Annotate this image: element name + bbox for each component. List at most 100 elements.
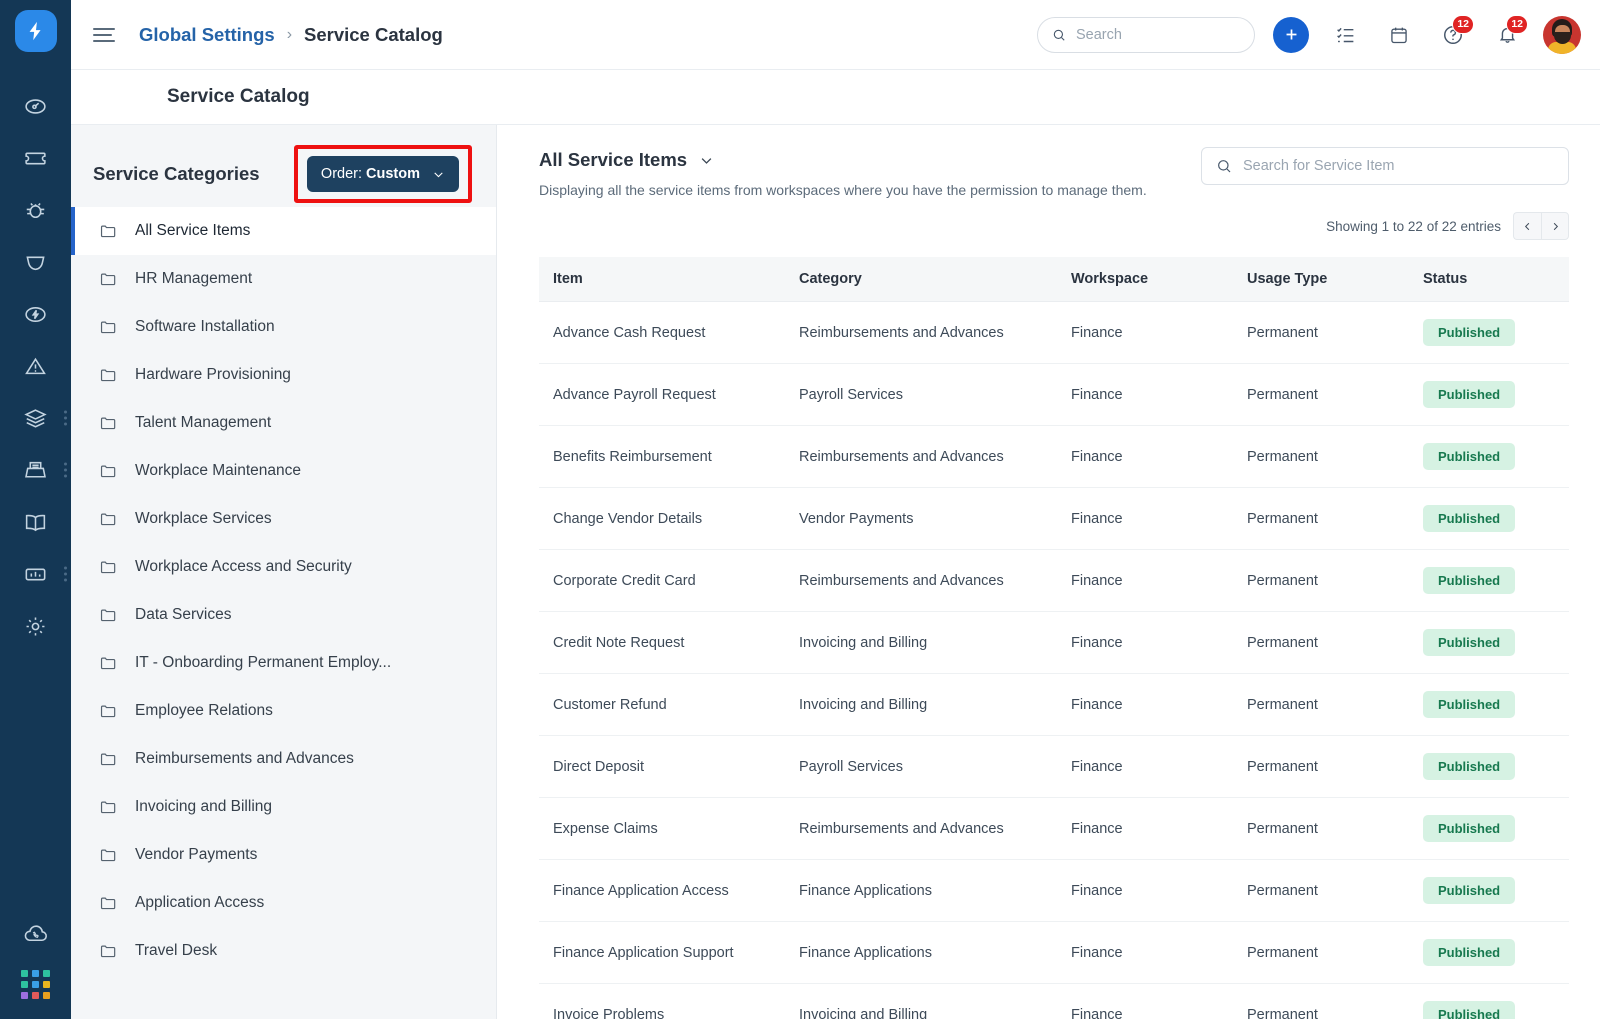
order-dropdown-button[interactable]: Order: Custom: [306, 156, 459, 192]
table-row[interactable]: Invoice Problems Invoicing and Billing Fin…: [539, 983, 1569, 1019]
global-search[interactable]: [1037, 16, 1255, 53]
hamburger-menu-icon[interactable]: [93, 27, 115, 42]
help-badge: 12: [1452, 14, 1474, 34]
category-item[interactable]: Talent Management: [71, 399, 496, 447]
cell-item[interactable]: Customer Refund: [539, 673, 785, 736]
table-row[interactable]: Finance Application Access Finance Applic…: [539, 859, 1569, 922]
column-header-usage-type[interactable]: Usage Type: [1233, 257, 1409, 302]
pagination-next-button[interactable]: [1541, 212, 1569, 240]
table-row[interactable]: Direct Deposit Payroll Services Finance Per…: [539, 735, 1569, 798]
service-items-table: Item Category Workspace Usage Type Statu…: [539, 257, 1569, 1019]
category-item-label: Talent Management: [135, 414, 272, 431]
cell-usage-type: Permanent: [1233, 673, 1409, 736]
table-row[interactable]: Customer Refund Invoicing and Billing Fina…: [539, 673, 1569, 736]
category-item[interactable]: Workplace Maintenance: [71, 447, 496, 495]
pagination-prev-button[interactable]: [1513, 212, 1541, 240]
rail-item-releases[interactable]: [0, 288, 71, 340]
rail-item-purchases[interactable]: [0, 444, 71, 496]
cell-item[interactable]: Corporate Credit Card: [539, 549, 785, 612]
table-row[interactable]: Advance Payroll Request Payroll Services F…: [539, 363, 1569, 426]
rail-item-admin[interactable]: [0, 600, 71, 652]
user-avatar[interactable]: [1543, 15, 1581, 54]
category-item[interactable]: Reimbursements and Advances: [71, 735, 496, 783]
app-grid-dot: [32, 970, 39, 977]
category-item[interactable]: Invoicing and Billing: [71, 783, 496, 831]
rail-item-alerts[interactable]: [0, 340, 71, 392]
category-item[interactable]: Workplace Access and Security: [71, 543, 496, 591]
table-row[interactable]: Change Vendor Details Vendor Payments Fina…: [539, 487, 1569, 550]
cell-workspace: Finance: [1057, 549, 1233, 612]
column-header-status[interactable]: Status: [1409, 257, 1569, 302]
breadcrumb-current: Service Catalog: [304, 23, 443, 45]
category-item[interactable]: Travel Desk: [71, 927, 496, 975]
cell-status: Published: [1409, 549, 1569, 612]
app-grid-dot: [21, 981, 28, 988]
cell-workspace: Finance: [1057, 301, 1233, 364]
cell-item[interactable]: Finance Application Support: [539, 921, 785, 984]
table-row[interactable]: Expense Claims Reimbursements and Advance…: [539, 797, 1569, 860]
table-row[interactable]: Advance Cash Request Reimbursements and A…: [539, 301, 1569, 364]
category-item[interactable]: Employee Relations: [71, 687, 496, 735]
rail-item-problems[interactable]: [0, 184, 71, 236]
cell-category: Reimbursements and Advances: [785, 549, 1057, 612]
app-grid-icon[interactable]: [21, 970, 50, 999]
cell-item[interactable]: Finance Application Access: [539, 859, 785, 922]
category-item[interactable]: Hardware Provisioning: [71, 351, 496, 399]
table-row[interactable]: Corporate Credit Card Reimbursements and …: [539, 549, 1569, 612]
category-item[interactable]: HR Management: [71, 255, 496, 303]
category-item-label: Workplace Services: [135, 510, 272, 527]
table-row[interactable]: Benefits Reimbursement Reimbursements and…: [539, 425, 1569, 488]
category-item[interactable]: Vendor Payments: [71, 831, 496, 879]
create-new-button[interactable]: [1273, 16, 1309, 53]
cell-item[interactable]: Advance Payroll Request: [539, 363, 785, 426]
cell-category: Reimbursements and Advances: [785, 301, 1057, 364]
cell-usage-type: Permanent: [1233, 983, 1409, 1019]
category-item[interactable]: All Service Items: [71, 207, 496, 255]
chevron-down-icon[interactable]: [699, 153, 714, 168]
cloud-phone-icon[interactable]: [22, 920, 49, 952]
cell-status: Published: [1409, 859, 1569, 922]
cell-item[interactable]: Credit Note Request: [539, 611, 785, 674]
notifications-button[interactable]: 12: [1489, 14, 1528, 53]
rail-drag-handle[interactable]: [64, 566, 67, 582]
table-row[interactable]: Finance Application Support Finance Appli…: [539, 921, 1569, 984]
column-header-category[interactable]: Category: [785, 257, 1057, 302]
breadcrumb-parent[interactable]: Global Settings: [139, 24, 275, 46]
app-logo[interactable]: [14, 10, 57, 52]
service-item-search[interactable]: [1201, 147, 1569, 185]
table-row[interactable]: Credit Note Request Invoicing and Billing…: [539, 611, 1569, 674]
rail-drag-handle[interactable]: [64, 462, 67, 478]
status-badge: Published: [1423, 815, 1516, 842]
rail-drag-handle[interactable]: [64, 410, 67, 426]
rail-item-tickets[interactable]: [0, 132, 71, 184]
category-item[interactable]: Data Services: [71, 591, 496, 639]
calendar-button[interactable]: [1381, 17, 1417, 53]
cell-workspace: Finance: [1057, 859, 1233, 922]
cell-category: Invoicing and Billing: [785, 673, 1057, 736]
rail-item-dashboard[interactable]: [0, 80, 71, 132]
rail-item-changes[interactable]: [0, 236, 71, 288]
service-items-title-row: All Service Items: [539, 149, 1147, 171]
cell-item[interactable]: Direct Deposit: [539, 735, 785, 798]
column-header-workspace[interactable]: Workspace: [1057, 257, 1233, 302]
cell-item[interactable]: Invoice Problems: [539, 983, 785, 1019]
cell-status: Published: [1409, 983, 1569, 1019]
cell-item[interactable]: Advance Cash Request: [539, 301, 785, 364]
bug-icon: [26, 202, 45, 218]
tasks-button[interactable]: [1327, 17, 1363, 53]
cell-item[interactable]: Benefits Reimbursement: [539, 425, 785, 488]
rail-item-solutions[interactable]: [0, 496, 71, 548]
category-item[interactable]: Application Access: [71, 879, 496, 927]
cell-item[interactable]: Change Vendor Details: [539, 487, 785, 550]
rail-item-assets[interactable]: [0, 392, 71, 444]
cell-usage-type: Permanent: [1233, 301, 1409, 364]
cell-item[interactable]: Expense Claims: [539, 797, 785, 860]
category-item[interactable]: Software Installation: [71, 303, 496, 351]
help-button[interactable]: 12: [1435, 14, 1474, 53]
category-item[interactable]: Workplace Services: [71, 495, 496, 543]
service-item-search-input[interactable]: [1243, 158, 1554, 174]
global-search-input[interactable]: [1075, 26, 1240, 43]
column-header-item[interactable]: Item: [539, 257, 785, 302]
category-item[interactable]: IT - Onboarding Permanent Employ...: [71, 639, 496, 687]
rail-item-analytics[interactable]: [0, 548, 71, 600]
